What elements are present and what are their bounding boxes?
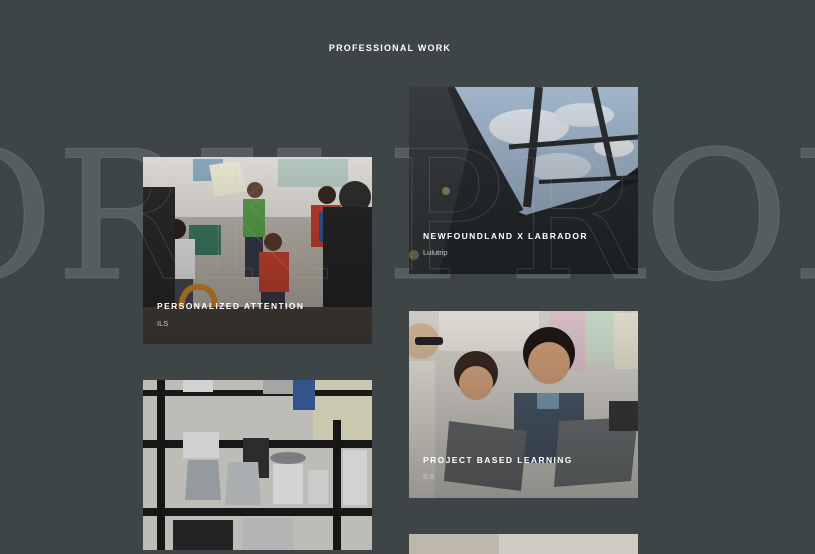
card-subtitle: ILS: [423, 472, 435, 481]
card-subtitle: ILS: [157, 319, 169, 328]
card-overlay: [143, 380, 372, 550]
background-watermark-outline: ORK PROFESSIONAL WORK: [0, 113, 815, 320]
card-title: PROJECT BASED LEARNING: [423, 455, 573, 465]
project-card-kitchen[interactable]: [143, 380, 372, 550]
section-title: PROFESSIONAL WORK: [328, 43, 452, 53]
card-overlay: [409, 311, 638, 498]
card-photo: [409, 534, 638, 554]
project-card-project-based-learning[interactable]: PROJECT BASED LEARNING ILS: [409, 311, 638, 498]
project-card-next[interactable]: [409, 534, 638, 554]
